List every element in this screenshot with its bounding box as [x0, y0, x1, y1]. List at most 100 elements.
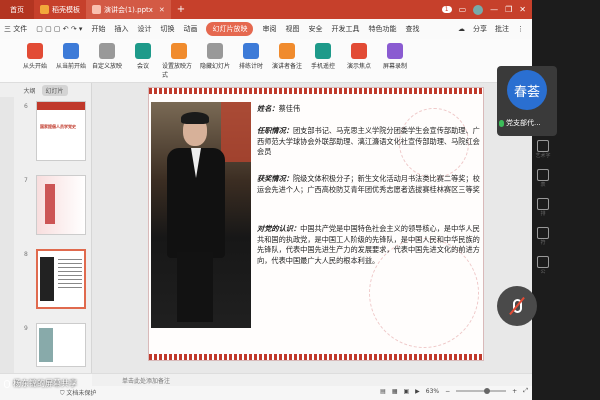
view-reading-icon[interactable]: ▣ [403, 388, 409, 395]
menu-security[interactable]: 安全 [308, 24, 322, 34]
thumb-number: 6 [24, 103, 28, 110]
notes-area[interactable]: 单击此处添加备注 [92, 374, 532, 386]
close-icon[interactable]: ✕ [519, 5, 526, 14]
side-tool-icon [536, 140, 549, 152]
menu-transition[interactable]: 切换 [160, 24, 174, 34]
ribbon-icon [171, 43, 187, 59]
ribbon-button[interactable]: 演讲者备注 [270, 43, 304, 70]
ribbon-icon [387, 43, 403, 59]
zoom-in-icon[interactable]: + [512, 388, 517, 395]
ribbon-button[interactable]: 隐藏幻灯片 [198, 43, 232, 70]
side-tool[interactable]: 排 [537, 198, 549, 217]
ribbon-button[interactable]: 手机遥控 [306, 43, 340, 70]
title-bar: 首页 稻壳模板 演讲会(1).pptx ✕ + 1 ▭ — ❐ ✕ [0, 0, 532, 19]
award-text[interactable]: 获奖情况：院级文体积极分子；新生文化活动月书法类比赛二等奖；校运会先进个人；广西… [257, 174, 481, 195]
ribbon-button[interactable]: 从头开始 [18, 43, 52, 70]
ribbon-toolbar: 从头开始 从当前开始 自定义放映 会议 设置放映方式 隐藏幻灯片 排练计时 演讲者备注 手机遥控… [0, 39, 532, 83]
ribbon-button[interactable]: 演示焦点 [342, 43, 376, 70]
close-tab-icon[interactable]: ✕ [159, 6, 165, 14]
side-tool-label: 艺术字 [535, 153, 551, 159]
participant-label: 党支部代... [499, 118, 541, 128]
ribbon-icon [351, 43, 367, 59]
window-count-badge[interactable]: 1 [441, 6, 452, 13]
menu-review[interactable]: 审阅 [262, 24, 276, 34]
cloud-icon[interactable]: ☁ [458, 25, 465, 33]
view-normal-icon[interactable]: ▤ [380, 388, 386, 395]
minimize-icon[interactable]: — [490, 5, 498, 14]
slide-thumbnail-selected[interactable] [36, 249, 86, 309]
side-tool-label: 公 [540, 269, 546, 275]
role-text[interactable]: 任职情况：团支部书记、马克思主义学院分团委学生会宣传部助理、广西师范大学球协会外… [257, 126, 481, 158]
thumb-number: 9 [24, 325, 28, 332]
maximize-icon[interactable]: ❐ [505, 5, 512, 14]
tab-presentation[interactable]: 演讲会(1).pptx ✕ [86, 0, 171, 19]
share-button[interactable]: 分享 [473, 24, 487, 34]
tab-slides[interactable]: 幻灯片 [41, 84, 68, 96]
tab-outline[interactable]: 大纲 [23, 86, 35, 95]
menu-slideshow[interactable]: 幻灯片放映 [206, 22, 254, 36]
thumb-row[interactable]: 6 国家提倡人员学党史 [0, 101, 92, 165]
view-sorter-icon[interactable]: ▦ [392, 388, 398, 395]
thumb-row[interactable]: 8 [0, 249, 92, 313]
name-label: 姓名： [257, 104, 279, 113]
play-icon[interactable]: ▶ [415, 388, 420, 395]
new-tab-button[interactable]: + [171, 4, 191, 15]
avatar[interactable] [473, 4, 484, 15]
menu-developer[interactable]: 开发工具 [331, 24, 359, 34]
menu-features[interactable]: 特色功能 [368, 24, 396, 34]
tab-label: 稻壳模板 [52, 5, 80, 14]
ribbon-button-label: 从头开始 [22, 63, 47, 70]
ribbon-icon [279, 43, 295, 59]
more-icon[interactable]: ⋮ [517, 25, 524, 33]
side-tool-label: 排 [540, 211, 546, 217]
menu-bar: 三 文件 ▢ ▢ ▢ ↶ ↷ ▾ 开始 插入 设计 切换 动画 幻灯片放映 审阅… [0, 19, 532, 39]
zoom-slider-thumb[interactable] [483, 388, 490, 394]
mute-button[interactable] [497, 286, 537, 326]
docer-icon [40, 5, 49, 14]
participant-avatar[interactable]: 春荟 [507, 70, 547, 110]
name-text[interactable]: 姓名：蔡佳伟 [257, 104, 481, 115]
ribbon-button[interactable]: 设置放映方式 [162, 43, 196, 79]
zoom-value[interactable]: 63% [426, 388, 439, 395]
slide[interactable]: 姓名：蔡佳伟 任职情况：团支部书记、马克思主义学院分团委学生会宣传部助理、广西师… [148, 87, 484, 361]
zoom-out-icon[interactable]: − [445, 388, 450, 395]
menu-home[interactable]: 开始 [91, 24, 105, 34]
menu-animation[interactable]: 动画 [183, 24, 197, 34]
portrait-photo[interactable] [151, 102, 251, 328]
side-tools: 艺术字表排符公 [534, 140, 552, 275]
ribbon-button[interactable]: 屏幕录制 [378, 43, 412, 70]
menu-search[interactable]: 查找 [405, 24, 419, 34]
side-tool[interactable]: 符 [537, 227, 549, 246]
fit-window-icon[interactable]: ⤢ [523, 387, 528, 395]
menu-insert[interactable]: 插入 [114, 24, 128, 34]
party-text[interactable]: 对党的认识：中国共产党是中国特色社会主义的领导核心，是中华人民共和国的执政党，是… [257, 224, 481, 266]
status-bar: 单击此处添加备注 ⛉ 文档未保护 ▤ ▦ ▣ ▶ 63% − + ⤢ [0, 373, 532, 400]
role-label: 任职情况： [257, 126, 293, 135]
thumb-row[interactable]: 7 [0, 175, 92, 239]
mic-icon [4, 379, 10, 388]
slide-thumbnail[interactable] [36, 323, 86, 367]
side-tool[interactable]: 表 [537, 169, 549, 188]
ribbon-button[interactable]: 从当前开始 [54, 43, 88, 70]
side-tool[interactable]: 公 [537, 256, 549, 275]
ribbon-button-label: 设置放映方式 [162, 63, 193, 79]
tab-home[interactable]: 首页 [0, 0, 34, 19]
quick-access-icons[interactable]: ▢ ▢ ▢ ↶ ↷ ▾ [36, 25, 82, 33]
zoom-slider[interactable] [456, 388, 507, 394]
menu-design[interactable]: 设计 [137, 24, 151, 34]
wps-presentation-window: 首页 稻壳模板 演讲会(1).pptx ✕ + 1 ▭ — ❐ ✕ 三 文件 ▢… [0, 0, 532, 400]
doc-protection-status[interactable]: ⛉ 文档未保护 [60, 388, 96, 398]
side-tool-icon [537, 256, 549, 268]
side-tool[interactable]: 艺术字 [535, 140, 551, 159]
tab-home-label: 首页 [10, 5, 24, 14]
ribbon-button[interactable]: 排练计时 [234, 43, 268, 70]
slide-thumbnail[interactable]: 国家提倡人员学党史 [36, 101, 86, 161]
ribbon-button[interactable]: 会议 [126, 43, 160, 70]
menu-view[interactable]: 视图 [285, 24, 299, 34]
comment-button[interactable]: 批注 [495, 24, 509, 34]
ribbon-button[interactable]: 自定义放映 [90, 43, 124, 70]
slide-thumbnail[interactable] [36, 175, 86, 235]
monitor-icon[interactable]: ▭ [459, 5, 467, 14]
menu-file[interactable]: 三 文件 [4, 24, 27, 34]
tab-docer-templates[interactable]: 稻壳模板 [34, 0, 86, 19]
